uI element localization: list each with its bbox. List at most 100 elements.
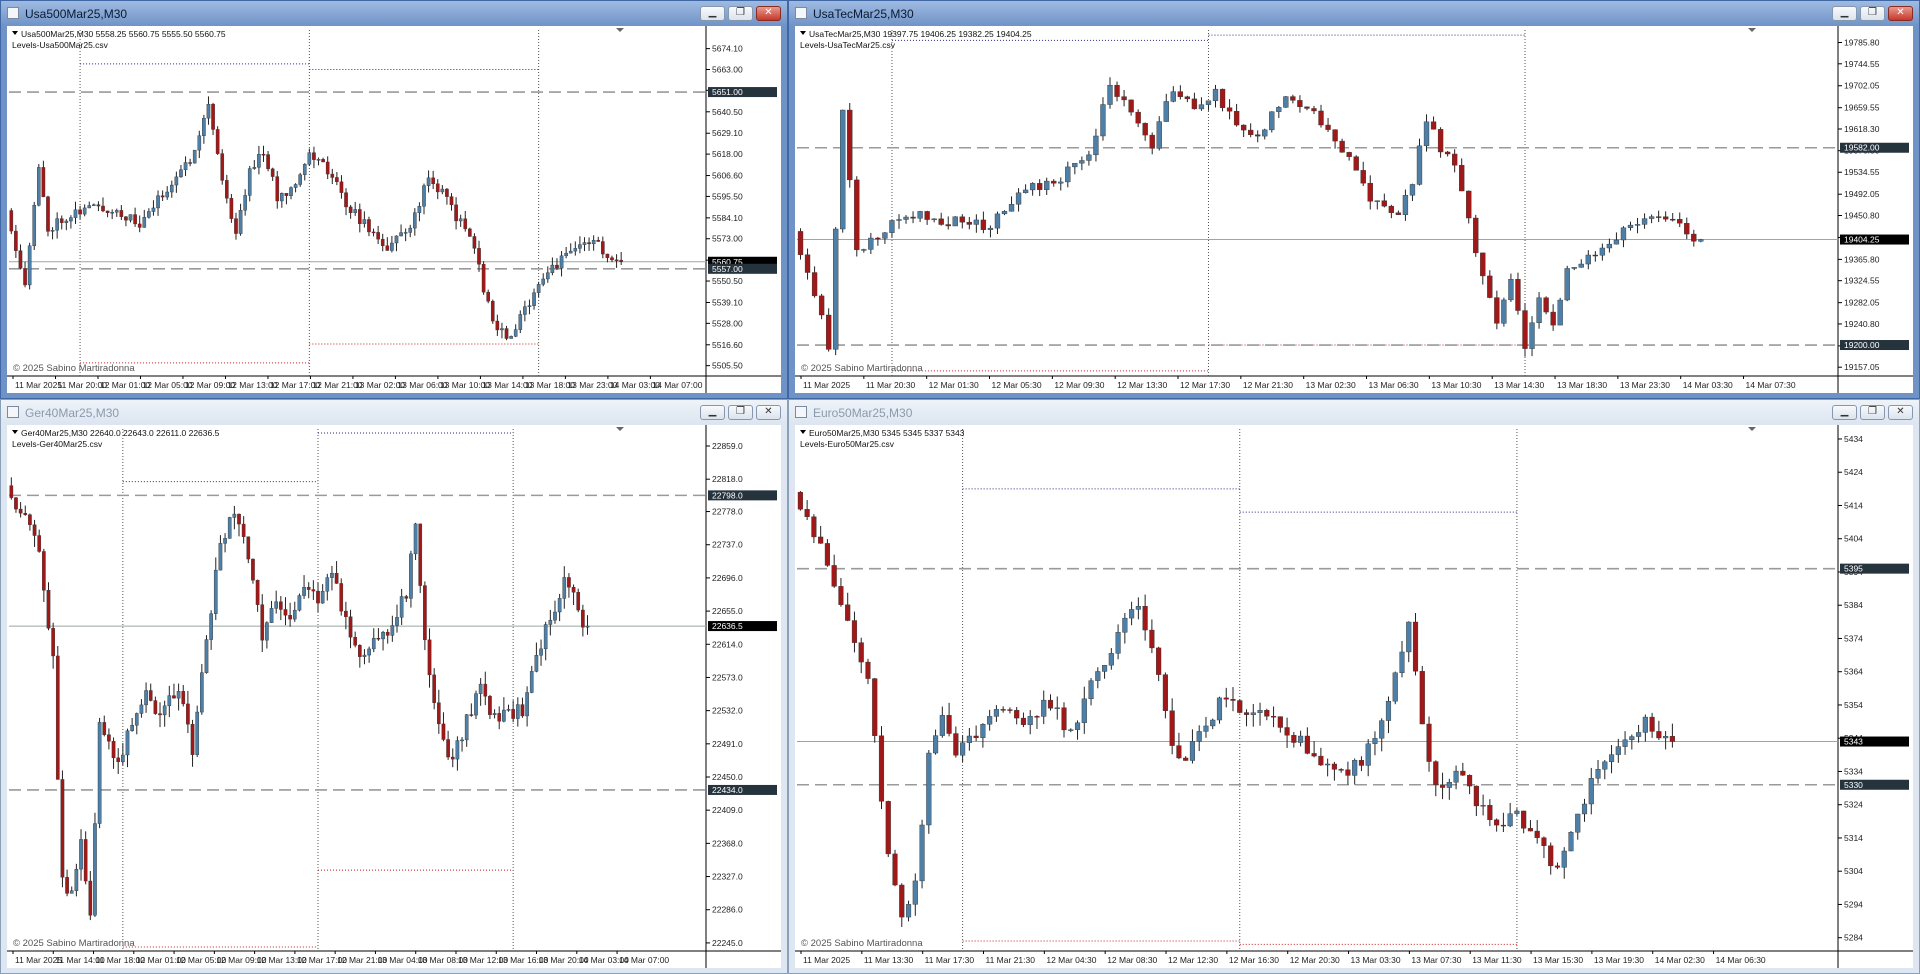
candle-body <box>227 517 232 539</box>
candle-body <box>585 625 590 628</box>
candle-body <box>160 195 165 198</box>
chart-window-usatec[interactable]: UsaTecMar25,M30 ▁ ❐ ✕ 19785.80 19744.55 19… <box>788 0 1920 399</box>
restore-button[interactable]: ❐ <box>728 6 753 21</box>
minimize-button[interactable]: ▁ <box>1832 405 1857 420</box>
candle-body <box>18 250 23 269</box>
candle-body <box>46 590 51 629</box>
chart-window-usa500[interactable]: Usa500Mar25,M30 ▁ ❐ ✕ 5674.10 5663.00 5651… <box>0 0 788 399</box>
candle-body <box>144 690 148 706</box>
close-button[interactable]: ✕ <box>1888 405 1913 420</box>
candle-body <box>1102 664 1108 672</box>
price-tick-label: 5384 <box>1844 600 1863 610</box>
candle-body <box>23 268 27 286</box>
candle-body <box>454 204 458 222</box>
candle-body <box>252 167 257 169</box>
candle-body <box>513 329 518 337</box>
candle-body <box>889 220 895 233</box>
candle-body <box>562 577 567 599</box>
candlestick-chart[interactable]: 5434542454145404539453845374536453545344… <box>795 425 1913 968</box>
time-tick-label: 13 Mar 10:30 <box>1431 380 1481 390</box>
candle-body <box>919 824 925 882</box>
candle-body <box>1515 279 1521 311</box>
copyright-label: © 2025 Sabino Martiradonna <box>801 363 923 374</box>
candle-body <box>518 314 523 330</box>
restore-button[interactable]: ❐ <box>1860 6 1885 21</box>
candle-body <box>1615 746 1621 755</box>
price-chart[interactable]: 5674.105663.005651.905640.505629.105618.… <box>7 26 781 393</box>
candle-body <box>587 242 591 245</box>
candle-body <box>804 509 810 517</box>
candle-body <box>1183 757 1189 761</box>
candle-body <box>490 300 495 322</box>
candle-body <box>1606 243 1613 249</box>
candle-body <box>1459 165 1465 192</box>
price-chart[interactable]: 22859.0 22818.0 22778.0 22737.0 22696.0 22655… <box>7 425 781 968</box>
chart-window-euro50[interactable]: Euro50Mar25,M30 ▁ ❐ ✕ 5434 5424 5414 5404 53… <box>788 399 1920 974</box>
price-tick-label: 22818.0 <box>712 474 743 484</box>
candle-body <box>59 218 64 223</box>
candle-body <box>486 291 490 302</box>
candle-body <box>931 218 937 221</box>
candle-body <box>469 714 474 716</box>
window-titlebar[interactable]: Euro50Mar25,M30 ▁ ❐ ✕ <box>789 400 1919 425</box>
candle-body <box>1212 88 1219 101</box>
window-titlebar[interactable]: UsaTecMar25,M30 ▁ ❐ ✕ <box>789 1 1919 26</box>
candle-body <box>539 648 543 656</box>
candle-body <box>1613 239 1620 245</box>
window-titlebar[interactable]: Usa500Mar25,M30 ▁ ❐ ✕ <box>1 1 787 26</box>
candle-body <box>73 209 78 218</box>
chart-window-ger40[interactable]: Ger40Mar25,M30 ▁ ❐ ✕ 22859.0 22818.0 22778… <box>0 399 788 974</box>
candle-body <box>69 217 73 222</box>
candle-body <box>1554 865 1561 868</box>
candle-body <box>1346 152 1352 157</box>
collapse-icon[interactable] <box>12 31 18 35</box>
restore-button[interactable]: ❐ <box>728 405 753 420</box>
candlestick-chart[interactable]: 22859.0 22818.0 22778.0 22737.0 22696.0 22655… <box>7 425 781 968</box>
minimize-button[interactable]: ▁ <box>700 405 725 420</box>
candle-body <box>238 210 243 234</box>
candle-body <box>306 587 311 590</box>
collapse-icon[interactable] <box>12 430 18 434</box>
candle-body <box>330 173 335 178</box>
candle-body <box>1297 100 1303 108</box>
collapse-icon[interactable] <box>800 430 806 434</box>
close-button[interactable]: ✕ <box>756 405 781 420</box>
candle-body <box>274 601 279 609</box>
candle-body <box>1494 297 1500 324</box>
candle-body <box>260 604 265 641</box>
candle-body <box>204 639 209 673</box>
candle-body <box>83 839 88 882</box>
price-tick-label: 5573.00 <box>712 234 743 244</box>
candlestick-chart[interactable]: 5674.105663.005651.905640.505629.105618.… <box>7 26 781 393</box>
candle-body <box>1669 736 1675 742</box>
candle-body <box>297 595 302 611</box>
collapse-icon[interactable] <box>800 31 806 35</box>
candle-body <box>390 242 394 251</box>
candlestick-chart[interactable]: 19785.80 19744.55 19702.05 19659.55 19618.30… <box>795 26 1913 393</box>
time-tick-label: 11 Mar 2025 <box>803 955 850 965</box>
symbol-quote-line: Usa500Mar25,M30 5558.25 5560.75 5555.50 … <box>21 29 226 39</box>
candle-body <box>1114 84 1120 97</box>
candle-body <box>504 328 509 339</box>
candle-body <box>1283 96 1289 108</box>
close-button[interactable]: ✕ <box>756 6 781 21</box>
candle-body <box>596 240 601 242</box>
candle-body <box>427 639 432 676</box>
close-button[interactable]: ✕ <box>1888 6 1913 21</box>
candle-body <box>408 227 413 233</box>
candle-body <box>202 117 206 136</box>
time-tick-label: 14 Mar 07:00 <box>652 380 702 390</box>
candle-body <box>1670 218 1676 221</box>
price-chart[interactable]: 5434542454145404539453845374536453545344… <box>795 425 1913 968</box>
restore-button[interactable]: ❐ <box>1860 405 1885 420</box>
candle-body <box>1115 632 1121 654</box>
candle-body <box>973 735 979 738</box>
price-tick-label: 5550.50 <box>712 276 743 286</box>
minimize-button[interactable]: ▁ <box>700 6 725 21</box>
candle-body <box>520 704 525 717</box>
price-chart[interactable]: 19785.80 19744.55 19702.05 19659.55 19618.30… <box>795 26 1913 393</box>
window-titlebar[interactable]: Ger40Mar25,M30 ▁ ❐ ✕ <box>1 400 787 425</box>
price-tick-label: 19492.05 <box>1844 189 1880 199</box>
minimize-button[interactable]: ▁ <box>1832 6 1857 21</box>
price-tick-label: 19324.55 <box>1844 276 1880 286</box>
